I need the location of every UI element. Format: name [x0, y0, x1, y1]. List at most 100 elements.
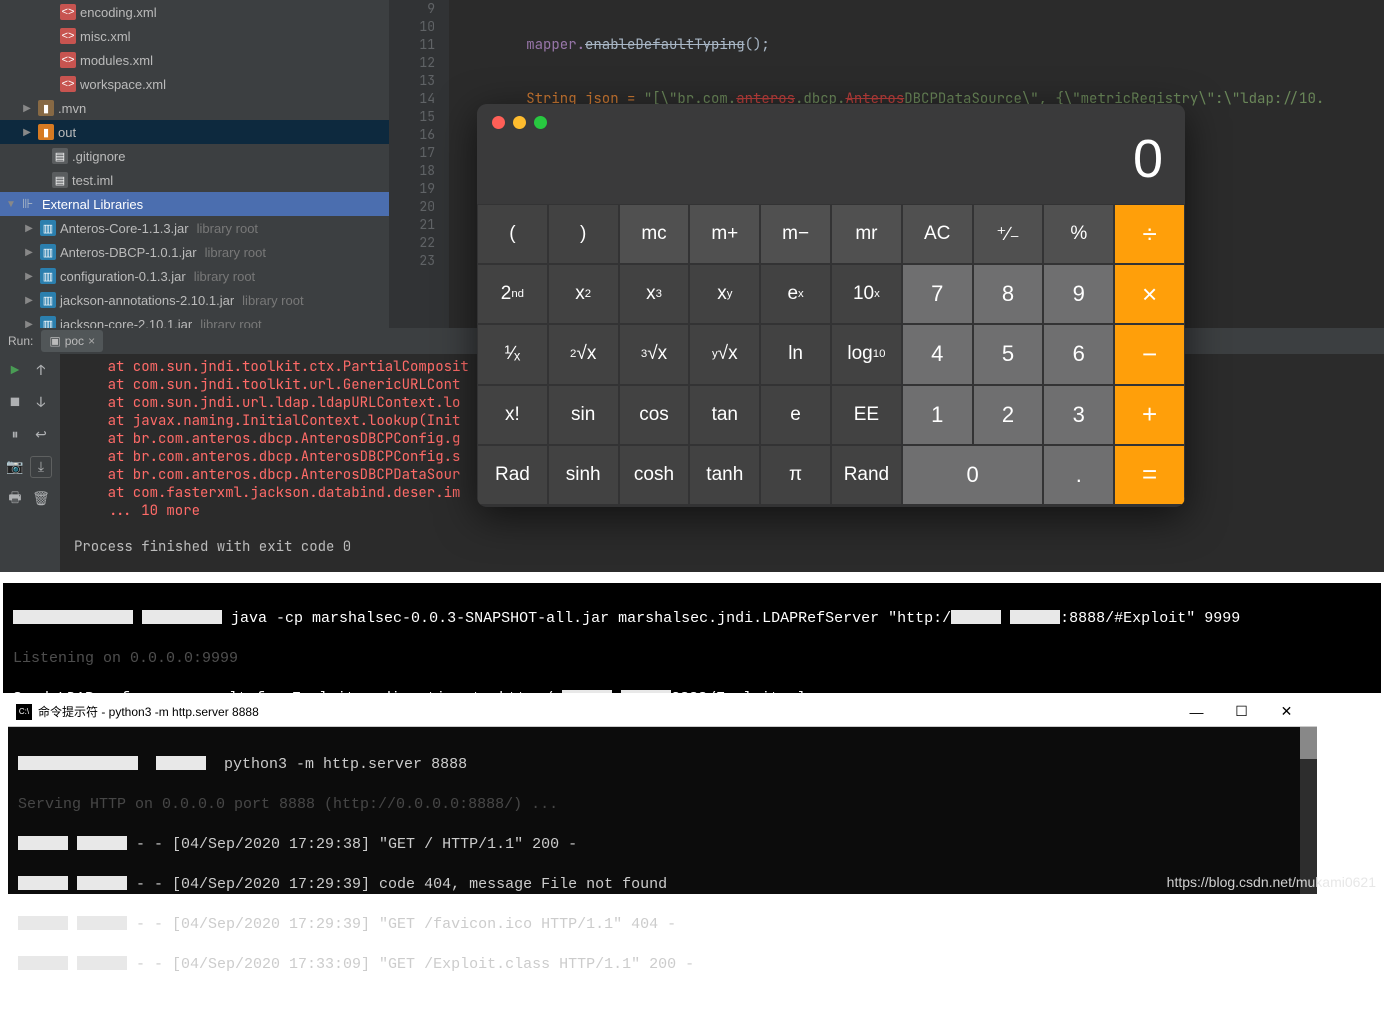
- run-tab[interactable]: ▣ poc ×: [41, 330, 103, 352]
- terminal-line: Serving HTTP on 0.0.0.0 port 8888 (http:…: [18, 795, 1307, 815]
- external-libraries-header[interactable]: ▼⊪External Libraries: [0, 192, 389, 216]
- calc-key-ex[interactable]: ex: [760, 264, 831, 324]
- tree-item[interactable]: <>workspace.xml: [0, 72, 389, 96]
- trash-icon[interactable]: 🗑: [30, 488, 52, 510]
- calc-key-tanh[interactable]: tanh: [689, 445, 760, 505]
- tree-item[interactable]: ▶▥jackson-annotations-2.10.1.jarlibrary …: [0, 288, 389, 312]
- calculator-window[interactable]: 0 ()mcm+m−mrAC⁺∕₋%÷ 2ndx2x3xyex10x789× ¹∕ₓ…: [477, 104, 1185, 507]
- calc-key-6[interactable]: 6: [1043, 324, 1114, 384]
- ldap-terminal[interactable]: java -cp marshalsec-0.0.3-SNAPSHOT-all.j…: [3, 583, 1381, 693]
- minimize-button[interactable]: —: [1174, 698, 1219, 726]
- tree-item[interactable]: <>misc.xml: [0, 24, 389, 48]
- calculator-titlebar[interactable]: 0: [477, 104, 1185, 204]
- expand-icon[interactable]: ▼: [4, 199, 18, 210]
- tree-item[interactable]: ▶▥configuration-0.1.3.jarlibrary root: [0, 264, 389, 288]
- cmd-titlebar[interactable]: C:\ 命令提示符 - python3 -m http.server 8888 …: [8, 697, 1317, 727]
- calc-key-1/x[interactable]: ¹∕ₓ: [477, 324, 548, 384]
- calc-key-x![interactable]: x!: [477, 385, 548, 445]
- calc-key-7[interactable]: 7: [902, 264, 973, 324]
- calc-key-1[interactable]: 1: [902, 385, 973, 445]
- calc-key-mc[interactable]: mc: [619, 204, 690, 264]
- calc-key-cosh[interactable]: cosh: [619, 445, 690, 505]
- rerun-icon[interactable]: ▶: [4, 360, 26, 382]
- tree-item[interactable]: ▶▥Anteros-DBCP-1.0.1.jarlibrary root: [0, 240, 389, 264]
- expand-icon[interactable]: ▶: [22, 271, 36, 282]
- calc-key-sinh[interactable]: sinh: [548, 445, 619, 505]
- expand-icon[interactable]: ▶: [22, 223, 36, 234]
- maximize-button[interactable]: ☐: [1219, 698, 1264, 726]
- calc-key-dot[interactable]: .: [1043, 445, 1114, 505]
- project-tree[interactable]: <>encoding.xml<>misc.xml<>modules.xml<>w…: [0, 0, 389, 328]
- calc-key-3[interactable]: 3: [1043, 385, 1114, 445]
- tree-item[interactable]: ▤test.iml: [0, 168, 389, 192]
- calc-key-m-[interactable]: m−: [760, 204, 831, 264]
- tree-item[interactable]: <>encoding.xml: [0, 0, 389, 24]
- calc-key-x2[interactable]: x2: [548, 264, 619, 324]
- calc-key-sqrty[interactable]: y√x: [689, 324, 760, 384]
- cmd-output[interactable]: python3 -m http.server 8888 Serving HTTP…: [8, 727, 1317, 894]
- expand-icon[interactable]: ▶: [20, 103, 34, 114]
- soft-wrap-icon[interactable]: ↩: [30, 424, 52, 446]
- tree-item-label: modules.xml: [80, 53, 153, 68]
- calc-key-e[interactable]: e: [760, 385, 831, 445]
- down-icon[interactable]: ↓: [30, 392, 52, 414]
- calc-key-xy[interactable]: xy: [689, 264, 760, 324]
- calc-key-ln[interactable]: ln: [760, 324, 831, 384]
- pause-icon[interactable]: ⏸: [4, 424, 26, 446]
- calc-key-10x[interactable]: 10x: [831, 264, 902, 324]
- zoom-traffic-light[interactable]: [534, 116, 547, 129]
- calc-key-percent[interactable]: %: [1043, 204, 1114, 264]
- calc-key-sqrt2[interactable]: 2√x: [548, 324, 619, 384]
- minimize-traffic-light[interactable]: [513, 116, 526, 129]
- calc-key-log10[interactable]: log10: [831, 324, 902, 384]
- calc-key-multiply[interactable]: ×: [1114, 264, 1185, 324]
- calc-key-2nd[interactable]: 2nd: [477, 264, 548, 324]
- close-traffic-light[interactable]: [492, 116, 505, 129]
- scrollbar[interactable]: [1300, 727, 1317, 894]
- tree-item[interactable]: <>modules.xml: [0, 48, 389, 72]
- calc-key-([interactable]: (: [477, 204, 548, 264]
- calc-key-mr[interactable]: mr: [831, 204, 902, 264]
- calc-key-sin[interactable]: sin: [548, 385, 619, 445]
- calc-key-AC[interactable]: AC: [902, 204, 973, 264]
- calc-key-Rand[interactable]: Rand: [831, 445, 902, 505]
- calc-key-Rad[interactable]: Rad: [477, 445, 548, 505]
- calc-key-)[interactable]: ): [548, 204, 619, 264]
- scrollbar-thumb[interactable]: [1300, 727, 1317, 759]
- calc-key-5[interactable]: 5: [973, 324, 1044, 384]
- calc-key-plus-minus[interactable]: ⁺∕₋: [973, 204, 1044, 264]
- tree-item[interactable]: ▤.gitignore: [0, 144, 389, 168]
- cmd-window[interactable]: C:\ 命令提示符 - python3 -m http.server 8888 …: [8, 697, 1317, 894]
- calc-key-tan[interactable]: tan: [689, 385, 760, 445]
- calc-key-divide[interactable]: ÷: [1114, 204, 1185, 264]
- calc-key-sqrt3[interactable]: 3√x: [619, 324, 690, 384]
- tree-item[interactable]: ▶▮.mvn: [0, 96, 389, 120]
- calc-key-cos[interactable]: cos: [619, 385, 690, 445]
- calc-key-9[interactable]: 9: [1043, 264, 1114, 324]
- tree-item[interactable]: ▶▮out: [0, 120, 389, 144]
- calc-key-minus[interactable]: −: [1114, 324, 1185, 384]
- print-icon[interactable]: 🖶: [4, 488, 26, 510]
- calc-key-2[interactable]: 2: [973, 385, 1044, 445]
- expand-icon[interactable]: ▶: [22, 247, 36, 258]
- up-icon[interactable]: ↑: [30, 360, 52, 382]
- stop-icon[interactable]: ■: [4, 392, 26, 414]
- close-icon[interactable]: ×: [88, 334, 95, 348]
- calc-key-4[interactable]: 4: [902, 324, 973, 384]
- scroll-icon[interactable]: ⤓: [30, 456, 52, 478]
- calc-key-8[interactable]: 8: [973, 264, 1044, 324]
- folder-icon: ▮: [38, 100, 54, 116]
- tree-item[interactable]: ▶▥Anteros-Core-1.1.3.jarlibrary root: [0, 216, 389, 240]
- calc-key-x3[interactable]: x3: [619, 264, 690, 324]
- camera-icon[interactable]: 📷: [4, 456, 26, 478]
- expand-icon[interactable]: ▶: [22, 295, 36, 306]
- calc-key-equals[interactable]: =: [1114, 445, 1185, 505]
- calc-key-0[interactable]: 0: [902, 445, 1044, 505]
- calc-key-pi[interactable]: π: [760, 445, 831, 505]
- expand-icon[interactable]: ▶: [20, 127, 34, 138]
- calc-key-m+[interactable]: m+: [689, 204, 760, 264]
- calc-key-EE[interactable]: EE: [831, 385, 902, 445]
- tree-item-suffix: library root: [194, 269, 255, 284]
- close-button[interactable]: ✕: [1264, 698, 1309, 726]
- calc-key-plus[interactable]: +: [1114, 385, 1185, 445]
